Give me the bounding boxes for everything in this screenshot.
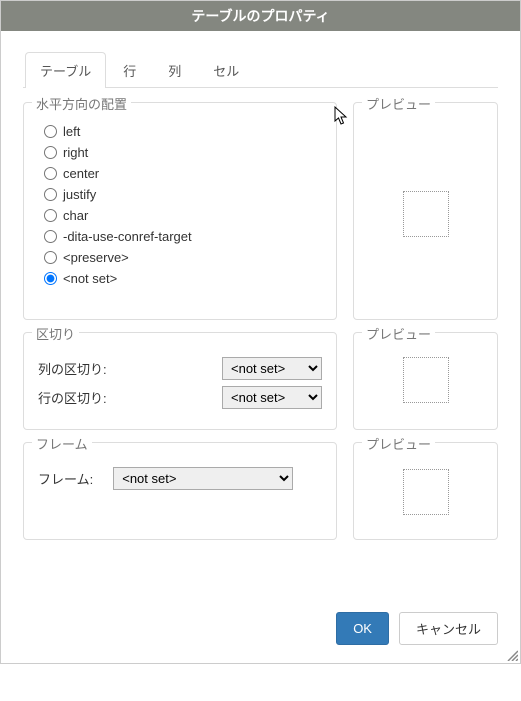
legend-preview-sep: プレビュー: [362, 324, 435, 343]
tab-bar: テーブル 行 列 セル: [23, 51, 498, 88]
radio-not-set-label: <not set>: [63, 271, 117, 286]
cancel-button[interactable]: キャンセル: [399, 612, 498, 645]
radio-dita-conref-input[interactable]: [44, 230, 57, 243]
label-row-separator: 行の区切り:: [38, 388, 107, 407]
label-frame: フレーム:: [38, 469, 93, 488]
radio-preserve-label: <preserve>: [63, 250, 129, 265]
ok-button[interactable]: OK: [336, 612, 389, 645]
radio-char-input[interactable]: [44, 209, 57, 222]
preview-box-sep: [403, 357, 449, 403]
label-col-separator: 列の区切り:: [38, 359, 107, 378]
dialog-title: テーブルのプロパティ: [1, 1, 520, 31]
tab-column[interactable]: 列: [153, 52, 196, 88]
radio-char[interactable]: char: [44, 205, 322, 226]
radio-justify-label: justify: [63, 187, 96, 202]
radio-left-label: left: [63, 124, 80, 139]
legend-frame: フレーム: [32, 434, 92, 453]
tab-table[interactable]: テーブル: [25, 52, 106, 88]
resize-grip-icon[interactable]: [506, 649, 518, 661]
radio-justify-input[interactable]: [44, 188, 57, 201]
radio-center-input[interactable]: [44, 167, 57, 180]
dialog: テーブルのプロパティ テーブル 行 列 セル 水平方向の配置 left ri: [0, 0, 521, 664]
tab-row[interactable]: 行: [108, 52, 151, 88]
radio-dita-conref-label: -dita-use-conref-target: [63, 229, 192, 244]
panel-preview-frame: プレビュー: [353, 442, 498, 540]
tab-cell[interactable]: セル: [198, 52, 254, 88]
panel-frame: フレーム フレーム: <not set>: [23, 442, 337, 540]
select-frame[interactable]: <not set>: [113, 467, 293, 490]
panel-preview-align: プレビュー: [353, 102, 498, 320]
panel-horizontal-align: 水平方向の配置 left right center: [23, 102, 337, 320]
radio-left-input[interactable]: [44, 125, 57, 138]
legend-preview-align: プレビュー: [362, 94, 435, 113]
preview-box-frame: [403, 469, 449, 515]
radio-char-label: char: [63, 208, 88, 223]
radio-left[interactable]: left: [44, 121, 322, 142]
legend-separators: 区切り: [32, 324, 79, 343]
dialog-body: テーブル 行 列 セル 水平方向の配置 left right: [1, 31, 520, 566]
legend-align: 水平方向の配置: [32, 94, 131, 113]
select-col-separator[interactable]: <not set>: [222, 357, 322, 380]
preview-box-align: [403, 191, 449, 237]
radio-right-input[interactable]: [44, 146, 57, 159]
radio-not-set-input[interactable]: [44, 272, 57, 285]
radio-not-set[interactable]: <not set>: [44, 268, 322, 289]
radio-dita-conref[interactable]: -dita-use-conref-target: [44, 226, 322, 247]
radio-preserve[interactable]: <preserve>: [44, 247, 322, 268]
panel-separators: 区切り 列の区切り: <not set> 行の区切り: <not set>: [23, 332, 337, 430]
select-row-separator[interactable]: <not set>: [222, 386, 322, 409]
radio-center[interactable]: center: [44, 163, 322, 184]
radio-center-label: center: [63, 166, 99, 181]
panel-preview-sep: プレビュー: [353, 332, 498, 430]
legend-preview-frame: プレビュー: [362, 434, 435, 453]
radio-preserve-input[interactable]: [44, 251, 57, 264]
radio-right[interactable]: right: [44, 142, 322, 163]
radio-right-label: right: [63, 145, 88, 160]
tab-content: 水平方向の配置 left right center: [23, 88, 498, 540]
button-bar: OK キャンセル: [1, 566, 520, 663]
radio-justify[interactable]: justify: [44, 184, 322, 205]
